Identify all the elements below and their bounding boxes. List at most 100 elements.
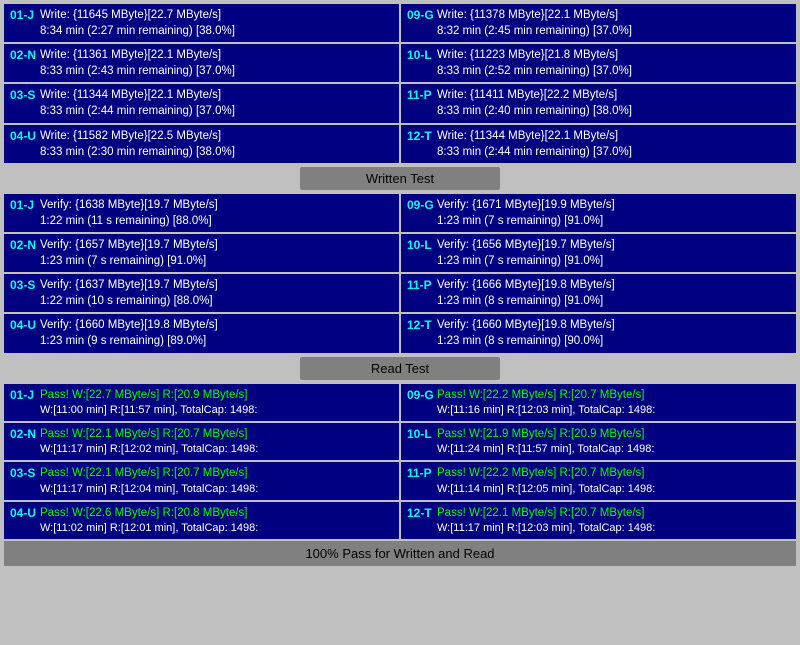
card-line1-12t: Write: {11344 MByte}[22.1 MByte/s] xyxy=(437,128,790,144)
card-line2-04u: 8:33 min (2:30 min remaining) [38.0%] xyxy=(40,144,393,160)
write-card-09g: 09-G Write: {11378 MByte}[22.1 MByte/s] … xyxy=(401,4,796,42)
read-content-04u: Pass! W:[22.6 MByte/s] R:[20.8 MByte/s] … xyxy=(40,505,393,536)
read-right-col: 09-G Pass! W:[22.2 MByte/s] R:[20.7 MByt… xyxy=(401,384,796,540)
verify-id-11p: 11-P xyxy=(407,277,437,294)
write-card-03s: 03-S Write: {11344 MByte}[22.1 MByte/s] … xyxy=(4,84,399,122)
verify-line2-11p: 1:23 min (8 s remaining) [91.0%] xyxy=(437,293,790,309)
verify-line1-12t: Verify: {1660 MByte}[19.8 MByte/s] xyxy=(437,317,790,333)
write-card-01j: 01-J Write: {11645 MByte}[22.7 MByte/s] … xyxy=(4,4,399,42)
verify-line1-09g: Verify: {1671 MByte}[19.9 MByte/s] xyxy=(437,197,790,213)
read-line2-10l: W:[11:24 min] R:[11:57 min], TotalCap: 1… xyxy=(437,442,790,457)
card-content-12t: Write: {11344 MByte}[22.1 MByte/s] 8:33 … xyxy=(437,128,790,160)
card-id-02n: 02-N xyxy=(10,47,40,64)
verify-card-11p: 11-P Verify: {1666 MByte}[19.8 MByte/s] … xyxy=(401,274,796,312)
written-test-header: Written Test xyxy=(300,167,500,190)
card-line1-10l: Write: {11223 MByte}[21.8 MByte/s] xyxy=(437,47,790,63)
verify-left-col: 01-J Verify: {1638 MByte}[19.7 MByte/s] … xyxy=(4,194,399,353)
read-id-11p: 11-P xyxy=(407,465,437,482)
write-test-section: 01-J Write: {11645 MByte}[22.7 MByte/s] … xyxy=(4,4,796,190)
read-content-10l: Pass! W:[21.9 MByte/s] R:[20.9 MByte/s] … xyxy=(437,426,790,457)
footer-text: 100% Pass for Written and Read xyxy=(305,546,494,561)
read-content-11p: Pass! W:[22.2 MByte/s] R:[20.7 MByte/s] … xyxy=(437,465,790,496)
read-line1-04u: Pass! W:[22.6 MByte/s] R:[20.8 MByte/s] xyxy=(40,505,393,521)
read-line1-10l: Pass! W:[21.9 MByte/s] R:[20.9 MByte/s] xyxy=(437,426,790,442)
read-line2-03s: W:[11:17 min] R:[12:04 min], TotalCap: 1… xyxy=(40,482,393,497)
verify-id-10l: 10-L xyxy=(407,237,437,254)
read-card-12t: 12-T Pass! W:[22.1 MByte/s] R:[20.7 MByt… xyxy=(401,502,796,539)
card-line1-03s: Write: {11344 MByte}[22.1 MByte/s] xyxy=(40,87,393,103)
read-line2-09g: W:[11:16 min] R:[12:03 min], TotalCap: 1… xyxy=(437,403,790,418)
verify-line2-04u: 1:23 min (9 s remaining) [89.0%] xyxy=(40,333,393,349)
verify-right-col: 09-G Verify: {1671 MByte}[19.9 MByte/s] … xyxy=(401,194,796,353)
read-content-03s: Pass! W:[22.1 MByte/s] R:[20.7 MByte/s] … xyxy=(40,465,393,496)
read-id-09g: 09-G xyxy=(407,387,437,404)
card-id-04u: 04-U xyxy=(10,128,40,145)
read-card-02n: 02-N Pass! W:[22.1 MByte/s] R:[20.7 MByt… xyxy=(4,423,399,460)
read-line2-11p: W:[11:14 min] R:[12:05 min], TotalCap: 1… xyxy=(437,482,790,497)
read-content-02n: Pass! W:[22.1 MByte/s] R:[20.7 MByte/s] … xyxy=(40,426,393,457)
read-card-03s: 03-S Pass! W:[22.1 MByte/s] R:[20.7 MByt… xyxy=(4,462,399,499)
card-content-11p: Write: {11411 MByte}[22.2 MByte/s] 8:33 … xyxy=(437,87,790,119)
read-id-03s: 03-S xyxy=(10,465,40,482)
read-card-04u: 04-U Pass! W:[22.6 MByte/s] R:[20.8 MByt… xyxy=(4,502,399,539)
card-line2-01j: 8:34 min (2:27 min remaining) [38.0%] xyxy=(40,23,393,39)
card-line2-11p: 8:33 min (2:40 min remaining) [38.0%] xyxy=(437,103,790,119)
card-line2-09g: 8:32 min (2:45 min remaining) [37.0%] xyxy=(437,23,790,39)
card-id-09g: 09-G xyxy=(407,7,437,24)
read-content-01j: Pass! W:[22.7 MByte/s] R:[20.9 MByte/s] … xyxy=(40,387,393,418)
card-content-03s: Write: {11344 MByte}[22.1 MByte/s] 8:33 … xyxy=(40,87,393,119)
card-line1-04u: Write: {11582 MByte}[22.5 MByte/s] xyxy=(40,128,393,144)
verify-card-02n: 02-N Verify: {1657 MByte}[19.7 MByte/s] … xyxy=(4,234,399,272)
read-content-09g: Pass! W:[22.2 MByte/s] R:[20.7 MByte/s] … xyxy=(437,387,790,418)
verify-content-11p: Verify: {1666 MByte}[19.8 MByte/s] 1:23 … xyxy=(437,277,790,309)
card-line1-02n: Write: {11361 MByte}[22.1 MByte/s] xyxy=(40,47,393,63)
read-line2-12t: W:[11:17 min] R:[12:03 min], TotalCap: 1… xyxy=(437,521,790,536)
verify-card-09g: 09-G Verify: {1671 MByte}[19.9 MByte/s] … xyxy=(401,194,796,232)
read-line1-11p: Pass! W:[22.2 MByte/s] R:[20.7 MByte/s] xyxy=(437,465,790,481)
card-id-03s: 03-S xyxy=(10,87,40,104)
verify-content-03s: Verify: {1637 MByte}[19.7 MByte/s] 1:22 … xyxy=(40,277,393,309)
card-content-10l: Write: {11223 MByte}[21.8 MByte/s] 8:33 … xyxy=(437,47,790,79)
read-line1-03s: Pass! W:[22.1 MByte/s] R:[20.7 MByte/s] xyxy=(40,465,393,481)
verify-id-01j: 01-J xyxy=(10,197,40,214)
read-line1-01j: Pass! W:[22.7 MByte/s] R:[20.9 MByte/s] xyxy=(40,387,393,403)
write-right-col: 09-G Write: {11378 MByte}[22.1 MByte/s] … xyxy=(401,4,796,163)
card-id-01j: 01-J xyxy=(10,7,40,24)
verify-test-grid: 01-J Verify: {1638 MByte}[19.7 MByte/s] … xyxy=(4,194,796,353)
verify-line1-11p: Verify: {1666 MByte}[19.8 MByte/s] xyxy=(437,277,790,293)
card-id-11p: 11-P xyxy=(407,87,437,104)
verify-content-10l: Verify: {1656 MByte}[19.7 MByte/s] 1:23 … xyxy=(437,237,790,269)
card-line2-03s: 8:33 min (2:44 min remaining) [37.0%] xyxy=(40,103,393,119)
read-line2-04u: W:[11:02 min] R:[12:01 min], TotalCap: 1… xyxy=(40,521,393,536)
read-test-header-wrapper: Read Test xyxy=(4,357,796,380)
verify-id-12t: 12-T xyxy=(407,317,437,334)
verify-line2-03s: 1:22 min (10 s remaining) [88.0%] xyxy=(40,293,393,309)
read-line1-12t: Pass! W:[22.1 MByte/s] R:[20.7 MByte/s] xyxy=(437,505,790,521)
verify-line2-01j: 1:22 min (11 s remaining) [88.0%] xyxy=(40,213,393,229)
verify-line2-10l: 1:23 min (7 s remaining) [91.0%] xyxy=(437,253,790,269)
main-container: 01-J Write: {11645 MByte}[22.7 MByte/s] … xyxy=(0,0,800,570)
write-card-04u: 04-U Write: {11582 MByte}[22.5 MByte/s] … xyxy=(4,125,399,163)
verify-card-04u: 04-U Verify: {1660 MByte}[19.8 MByte/s] … xyxy=(4,314,399,352)
card-content-09g: Write: {11378 MByte}[22.1 MByte/s] 8:32 … xyxy=(437,7,790,39)
read-id-01j: 01-J xyxy=(10,387,40,404)
written-test-header-wrapper: Written Test xyxy=(4,167,796,190)
write-left-col: 01-J Write: {11645 MByte}[22.7 MByte/s] … xyxy=(4,4,399,163)
verify-line1-10l: Verify: {1656 MByte}[19.7 MByte/s] xyxy=(437,237,790,253)
verify-test-section: 01-J Verify: {1638 MByte}[19.7 MByte/s] … xyxy=(4,194,796,380)
read-id-04u: 04-U xyxy=(10,505,40,522)
card-id-10l: 10-L xyxy=(407,47,437,64)
verify-line1-01j: Verify: {1638 MByte}[19.7 MByte/s] xyxy=(40,197,393,213)
read-card-01j: 01-J Pass! W:[22.7 MByte/s] R:[20.9 MByt… xyxy=(4,384,399,421)
read-line1-09g: Pass! W:[22.2 MByte/s] R:[20.7 MByte/s] xyxy=(437,387,790,403)
verify-line2-02n: 1:23 min (7 s remaining) [91.0%] xyxy=(40,253,393,269)
verify-line1-04u: Verify: {1660 MByte}[19.8 MByte/s] xyxy=(40,317,393,333)
verify-line1-02n: Verify: {1657 MByte}[19.7 MByte/s] xyxy=(40,237,393,253)
read-test-header: Read Test xyxy=(300,357,500,380)
verify-content-12t: Verify: {1660 MByte}[19.8 MByte/s] 1:23 … xyxy=(437,317,790,349)
verify-line2-12t: 1:23 min (8 s remaining) [90.0%] xyxy=(437,333,790,349)
card-content-02n: Write: {11361 MByte}[22.1 MByte/s] 8:33 … xyxy=(40,47,393,79)
write-card-11p: 11-P Write: {11411 MByte}[22.2 MByte/s] … xyxy=(401,84,796,122)
read-card-11p: 11-P Pass! W:[22.2 MByte/s] R:[20.7 MByt… xyxy=(401,462,796,499)
read-left-col: 01-J Pass! W:[22.7 MByte/s] R:[20.9 MByt… xyxy=(4,384,399,540)
